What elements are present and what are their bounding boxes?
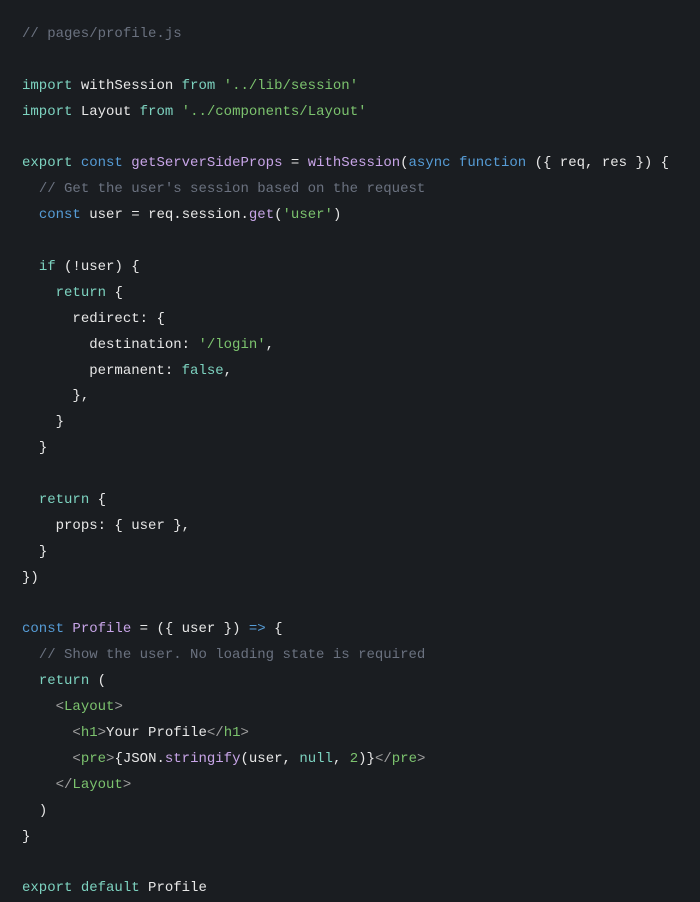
code-line-32	[22, 851, 678, 877]
code-line-8	[22, 229, 678, 255]
code-line-10: return {	[22, 281, 678, 307]
code-line-17	[22, 462, 678, 488]
code-line-5: export const getServerSideProps = withSe…	[22, 151, 678, 177]
code-line-16: }	[22, 436, 678, 462]
code-line-29: </Layout>	[22, 773, 678, 799]
code-line-25: return (	[22, 669, 678, 695]
code-line-27: <h1>Your Profile</h1>	[22, 721, 678, 747]
code-line-15: }	[22, 410, 678, 436]
code-line-30: )	[22, 799, 678, 825]
code-line-11: redirect: {	[22, 307, 678, 333]
code-line-12: destination: '/login',	[22, 333, 678, 359]
code-line-0: // pages/profile.js	[22, 22, 678, 48]
code-block: // pages/profile.js import withSession fr…	[22, 22, 678, 902]
code-line-24: // Show the user. No loading state is re…	[22, 643, 678, 669]
code-line-23: const Profile = ({ user }) => {	[22, 617, 678, 643]
code-line-28: <pre>{JSON.stringify(user, null, 2)}</pr…	[22, 747, 678, 773]
code-line-13: permanent: false,	[22, 359, 678, 385]
code-line-9: if (!user) {	[22, 255, 678, 281]
code-line-3: import Layout from '../components/Layout…	[22, 100, 678, 126]
code-line-26: <Layout>	[22, 695, 678, 721]
code-line-4	[22, 126, 678, 152]
code-line-7: const user = req.session.get('user')	[22, 203, 678, 229]
code-line-22	[22, 592, 678, 618]
code-line-31: }	[22, 825, 678, 851]
code-line-2: import withSession from '../lib/session'	[22, 74, 678, 100]
code-line-6: // Get the user's session based on the r…	[22, 177, 678, 203]
code-line-1	[22, 48, 678, 74]
code-line-20: }	[22, 540, 678, 566]
code-line-14: },	[22, 384, 678, 410]
code-line-21: })	[22, 566, 678, 592]
code-line-19: props: { user },	[22, 514, 678, 540]
code-line-33: export default Profile	[22, 876, 678, 902]
code-line-18: return {	[22, 488, 678, 514]
